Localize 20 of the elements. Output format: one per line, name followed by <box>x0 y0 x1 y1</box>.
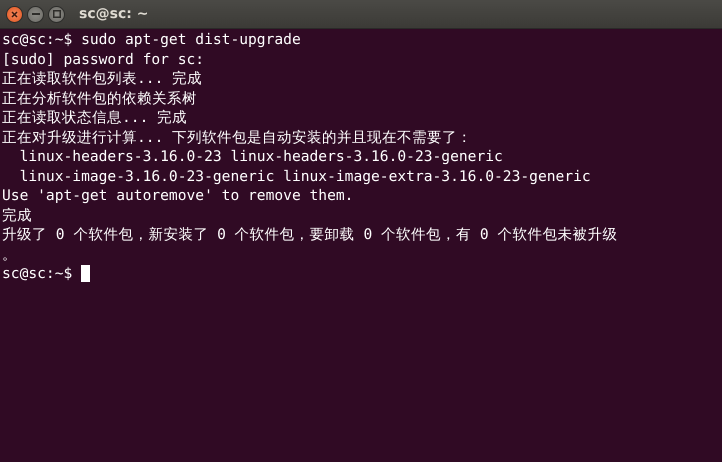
terminal-line: 正在分析软件包的依赖关系树 <box>2 88 197 108</box>
terminal-line: 正在读取软件包列表... 完成 <box>2 69 202 88</box>
terminal-line: 正在对升级进行计算... 下列软件包是自动安装的并且现在不需要了： <box>2 128 472 147</box>
terminal-line: sc@sc:~$ <box>2 264 72 284</box>
terminal-line: 升级了 0 个软件包，新安装了 0 个软件包，要卸载 0 个软件包，有 0 个软件包未被升级 <box>2 225 618 244</box>
window-title: sc@sc: ~ <box>79 6 148 22</box>
terminal-line: [sudo] password for sc: <box>2 50 204 69</box>
terminal-line: linux-image-3.16.0-23-generic linux-image-extra-3.16.0-23-generic <box>18 166 591 186</box>
maximize-button[interactable] <box>48 6 65 22</box>
close-icon <box>11 10 18 18</box>
terminal-line: 正在读取状态信息... 完成 <box>2 108 188 128</box>
close-button[interactable] <box>6 6 23 22</box>
terminal-line: linux-headers-3.16.0-23 linux-headers-3.16.0-23-generic <box>18 147 503 166</box>
maximize-icon <box>52 10 60 18</box>
terminal-line: 完成 <box>2 206 32 225</box>
minimize-button[interactable] <box>27 6 44 22</box>
terminal-line: Use 'apt-get autoremove' to remove them. <box>2 186 354 206</box>
minimize-icon <box>32 13 40 15</box>
terminal-line: sc@sc:~$ sudo apt-get dist-upgrade <box>2 30 301 50</box>
terminal-line: 。 <box>2 244 17 264</box>
